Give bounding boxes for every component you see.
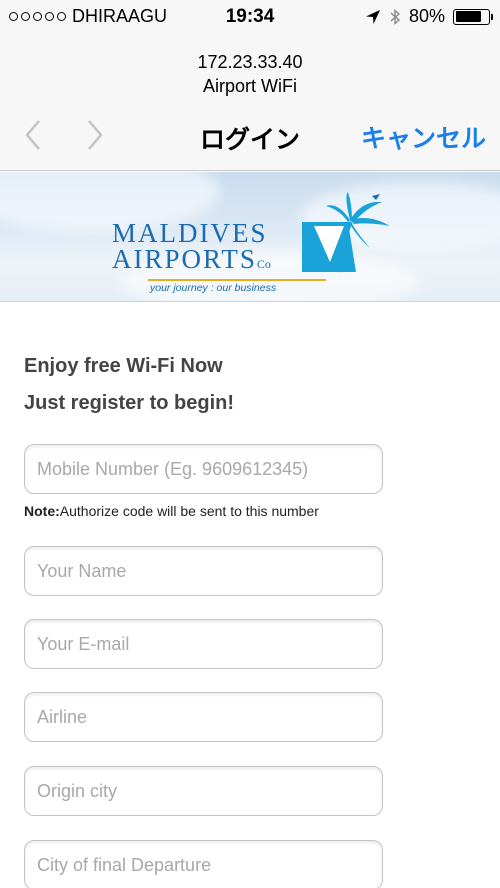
logo-tagline: your journey : our business: [150, 282, 277, 294]
headline-enjoy-wifi: Enjoy free Wi-Fi Now: [24, 355, 223, 377]
departure-city-field[interactable]: [24, 840, 383, 888]
logo-co: Co: [256, 257, 271, 271]
airline-field[interactable]: [24, 692, 383, 742]
palm-tree-logo-icon: [302, 192, 390, 273]
status-bar: DHIRAAGU 19:34 80%: [0, 0, 500, 34]
battery-level: [455, 11, 482, 22]
note-label: Note:: [24, 503, 60, 519]
nav-header: 172.23.33.40 Airport WiFi ログイン キャンセル: [0, 34, 500, 171]
battery-percent: 80%: [408, 6, 445, 26]
banner: MALDIVES AIRPORTSCo your journey : our b…: [0, 172, 500, 302]
status-indicators: 80%: [365, 6, 493, 27]
name-field[interactable]: [24, 546, 383, 596]
email-field[interactable]: [24, 619, 383, 669]
logo-line1: MALDIVES: [112, 218, 268, 248]
airline-input[interactable]: [37, 706, 382, 728]
authorize-note: Note:Authorize code will be sent to this…: [24, 503, 319, 519]
logo-underline: [148, 279, 326, 281]
host-address: 172.23.33.40: [197, 52, 303, 72]
cancel-button[interactable]: キャンセル: [361, 119, 486, 155]
origin-city-field[interactable]: [24, 766, 383, 816]
company-logo-text: MALDIVES AIRPORTSCo your journey : our b…: [112, 220, 326, 294]
battery-icon: [453, 8, 493, 25]
network-name: Airport WiFi: [203, 76, 297, 96]
location-arrow-icon: [365, 9, 380, 24]
note-text: Authorize code will be sent to this numb…: [59, 503, 319, 519]
logo-line2-text: AIRPORTS: [112, 244, 257, 274]
headline-register: Just register to begin!: [24, 392, 235, 414]
name-input[interactable]: [37, 560, 382, 582]
bluetooth-icon: [390, 8, 401, 25]
departure-city-input[interactable]: [37, 854, 382, 876]
logo-line2: AIRPORTSCo: [112, 246, 326, 277]
mobile-number-field[interactable]: [24, 444, 383, 494]
origin-city-input[interactable]: [37, 780, 382, 802]
mobile-number-input[interactable]: [37, 458, 382, 480]
email-input[interactable]: [37, 633, 382, 655]
